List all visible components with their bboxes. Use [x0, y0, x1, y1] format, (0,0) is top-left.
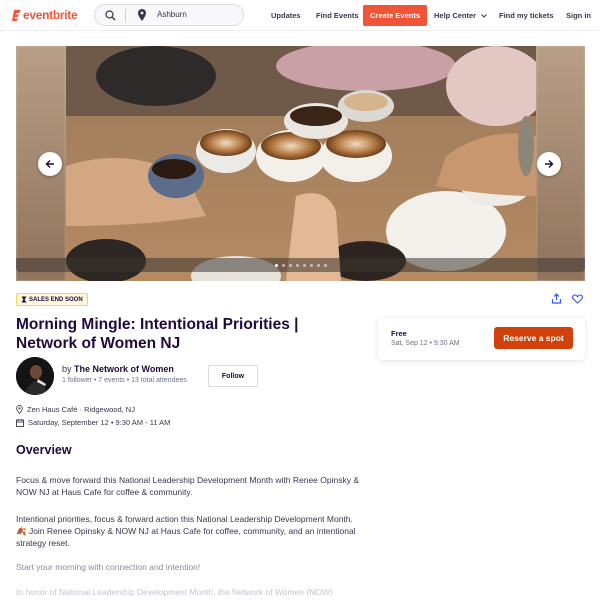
organizer-name-link[interactable]: The Network of Women: [74, 364, 174, 374]
arrow-right-icon: [545, 160, 554, 168]
organizer-avatar[interactable]: [16, 357, 54, 395]
carousel-dot[interactable]: [324, 264, 327, 267]
nav-sign-in[interactable]: Sign in: [566, 5, 591, 26]
carousel-dot[interactable]: [317, 264, 320, 267]
arrow-left-icon: [45, 160, 54, 168]
organizer-stats: 1 follower • 7 events • 13 total attende…: [62, 377, 187, 384]
organizer-photo: [16, 357, 54, 395]
create-events-button[interactable]: Create Events: [363, 5, 428, 26]
location-pin-icon: [16, 405, 23, 414]
heart-icon[interactable]: [572, 294, 583, 304]
carousel-dot[interactable]: [289, 264, 292, 267]
overview-heading: Overview: [16, 443, 72, 457]
organizer-line: by The Network of Women: [62, 364, 174, 374]
follow-button[interactable]: Follow: [208, 365, 258, 387]
ticket-price: Free: [391, 329, 407, 338]
carousel-dot[interactable]: [296, 264, 299, 267]
carousel-prev-button[interactable]: [38, 152, 62, 176]
top-nav-bar: eventbrite Ashburn Updates Find Events C…: [0, 0, 600, 31]
chevron-down-icon: [481, 14, 488, 18]
carousel-dot[interactable]: [282, 264, 285, 267]
event-datetime: Saturday, September 12 • 9:30 AM - 11 AM: [28, 418, 171, 427]
overview-paragraph-3: Start your morning with connection and i…: [16, 562, 201, 572]
reserve-spot-button[interactable]: Reserve a spot: [494, 327, 573, 349]
organizer-by-label: by: [62, 364, 72, 374]
badge-label: SALES END SOON: [29, 296, 83, 303]
hourglass-icon: [21, 296, 27, 303]
event-hero-image: [16, 46, 585, 281]
date-row: Saturday, September 12 • 9:30 AM - 11 AM: [16, 418, 170, 427]
overview-paragraph-2: Intentional priorities, focus & forward …: [16, 514, 356, 548]
location-row: Zen Haus Café · Ridgewood, NJ: [16, 405, 135, 414]
nav-find-events[interactable]: Find Events: [316, 5, 359, 26]
carousel-next-button[interactable]: [537, 152, 561, 176]
nav-find-my-tickets[interactable]: Find my tickets: [499, 5, 554, 26]
nav-updates[interactable]: Updates: [271, 5, 301, 26]
help-center-label: Help Center: [434, 11, 477, 20]
overview-paragraph-4: In honor of National Leadership Developm…: [16, 587, 333, 597]
calendar-icon: [16, 418, 24, 427]
share-icon[interactable]: [551, 293, 562, 304]
event-title: Morning Mingle: Intentional Priorities |…: [16, 316, 299, 352]
carousel-dot[interactable]: [310, 264, 313, 267]
carousel-dot[interactable]: [303, 264, 306, 267]
carousel-dot[interactable]: [275, 264, 278, 267]
sales-end-soon-badge: SALES END SOON: [16, 293, 88, 306]
event-location[interactable]: Zen Haus Café · Ridgewood, NJ: [27, 405, 135, 414]
carousel-dots: [275, 264, 327, 267]
ticket-date: Sat, Sep 12 • 9:30 AM: [391, 340, 460, 347]
nav-help-center[interactable]: Help Center: [434, 5, 488, 26]
coffee-cheers-photo: [66, 46, 536, 281]
nav-links: Updates Find Events Create Events Help C…: [0, 5, 600, 26]
overview-paragraph-1: Focus & move forward this National Leade…: [16, 475, 360, 497]
